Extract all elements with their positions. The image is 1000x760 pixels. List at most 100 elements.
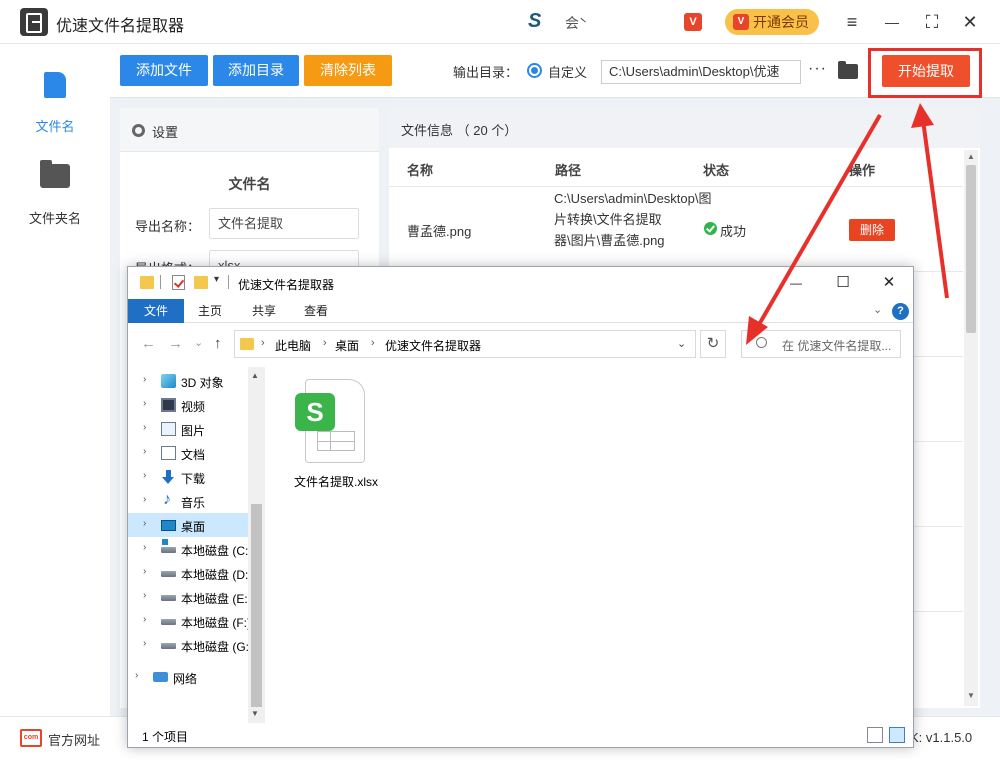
tree-item-downloads[interactable]: › 下载 (128, 465, 248, 489)
chevron-right-icon[interactable]: › (143, 638, 146, 649)
help-icon[interactable]: ? (892, 303, 909, 320)
explorer-minimize-button[interactable]: — (776, 271, 816, 295)
tree-item-video[interactable]: › 视频 (128, 393, 248, 417)
tree-item-label: 本地磁盘 (E: (181, 592, 248, 606)
tree-item-label: 3D 对象 (181, 376, 224, 390)
delete-button[interactable]: 删除 (849, 219, 895, 241)
xlsx-file-name[interactable]: 文件名提取.xlsx (288, 473, 384, 490)
chevron-right-icon[interactable]: › (143, 590, 146, 601)
file-list-scroll-thumb[interactable] (966, 165, 976, 333)
refresh-icon[interactable]: ↻ (700, 330, 726, 358)
address-dropdown-icon[interactable]: ⌄ (677, 337, 686, 350)
large-icons-view-icon[interactable] (889, 727, 905, 743)
breadcrumb-separator[interactable]: › (261, 337, 265, 349)
recent-dropdown-icon[interactable]: ⌄ (194, 336, 203, 349)
tree-item-label: 网络 (173, 672, 198, 686)
tab-share[interactable]: 共享 (242, 299, 286, 323)
tree-item-music[interactable]: › 音乐 (128, 489, 248, 513)
explorer-status-bar: 1 个项目 (128, 723, 913, 747)
tree-scroll-up-icon[interactable]: ▲ (251, 371, 259, 380)
chevron-right-icon[interactable]: › (143, 422, 146, 433)
separator (160, 275, 161, 289)
scroll-down-icon[interactable]: ▼ (964, 691, 978, 700)
maximize-button[interactable]: ⛶ (920, 10, 944, 34)
vip-icon: V (733, 14, 749, 30)
chevron-right-icon[interactable]: › (143, 614, 146, 625)
separator (228, 275, 229, 289)
tree-item-label: 下载 (181, 472, 206, 486)
download-icon (161, 470, 176, 484)
tree-item-pictures[interactable]: › 图片 (128, 417, 248, 441)
tab-home[interactable]: 主页 (188, 299, 232, 323)
tree-item-3d[interactable]: › 3D 对象 (128, 369, 248, 393)
tree-item-network[interactable]: › 网络 (128, 665, 248, 689)
custom-radio[interactable] (527, 63, 542, 78)
more-icon[interactable]: ··· (808, 60, 827, 78)
browse-folder-icon[interactable] (838, 61, 858, 79)
file-info-header: 文件信息 （ 20 个） (389, 108, 980, 148)
chevron-right-icon[interactable]: › (143, 494, 146, 505)
minimize-button[interactable]: — (880, 10, 904, 34)
chevron-right-icon[interactable]: › (143, 470, 146, 481)
expand-ribbon-icon[interactable]: ⌄ (873, 303, 882, 316)
export-name-input[interactable]: 文件名提取 (209, 208, 359, 239)
search-input[interactable]: 在 优速文件名提取... (741, 330, 901, 358)
navigation-scroll-thumb[interactable] (251, 504, 262, 707)
chevron-right-icon[interactable]: › (143, 398, 146, 409)
desktop-icon (161, 520, 176, 531)
explorer-close-button[interactable]: ✕ (869, 271, 909, 295)
folder-icon (240, 338, 254, 350)
tree-item-disk-e[interactable]: › 本地磁盘 (E: (128, 585, 248, 609)
column-header-name: 名称 (407, 163, 434, 178)
network-icon (153, 672, 168, 682)
tree-item-desktop[interactable]: › 桌面 (128, 513, 248, 537)
settings-title: 设置 (152, 125, 179, 140)
add-directory-button[interactable]: 添加目录 (213, 55, 299, 86)
custom-radio-label[interactable]: 自定义 (548, 62, 587, 81)
chevron-right-icon[interactable]: › (143, 518, 146, 529)
item-count: 1 个项目 (142, 730, 189, 744)
clear-list-button[interactable]: 清除列表 (304, 55, 392, 86)
breadcrumb-desktop[interactable]: 桌面 (335, 337, 359, 354)
up-icon[interactable]: ↑ (214, 335, 222, 352)
chevron-right-icon[interactable]: › (143, 374, 146, 385)
chevron-right-icon[interactable]: › (143, 446, 146, 457)
properties-icon[interactable] (172, 275, 185, 290)
sidebar-item-label: 文件名 (35, 119, 75, 134)
back-icon[interactable]: ← (141, 335, 156, 352)
tree-scroll-down-icon[interactable]: ▼ (251, 709, 259, 718)
tree-item-label: 本地磁盘 (G: (181, 640, 249, 654)
new-folder-icon[interactable] (194, 276, 208, 289)
xlsx-file-item[interactable]: S (295, 379, 369, 463)
sidebar-item-label: 文件夹名 (28, 211, 81, 226)
tree-item-documents[interactable]: › 文档 (128, 441, 248, 465)
tab-view[interactable]: 查看 (294, 299, 338, 323)
tab-file[interactable]: 文件 (128, 299, 184, 323)
tree-item-label: 本地磁盘 (D: (181, 568, 249, 582)
menu-icon[interactable]: ≡ (840, 10, 864, 34)
tree-item-disk-d[interactable]: › 本地磁盘 (D: (128, 561, 248, 585)
vip-small-icon[interactable]: V (684, 13, 702, 31)
details-view-icon[interactable] (867, 727, 883, 743)
tree-item-disk-g[interactable]: › 本地磁盘 (G: (128, 633, 249, 657)
music-icon (161, 491, 176, 509)
tree-item-disk-f[interactable]: › 本地磁盘 (F:) (128, 609, 251, 633)
breadcrumb-this-pc[interactable]: 此电脑 (275, 337, 311, 354)
add-file-button[interactable]: 添加文件 (120, 55, 208, 86)
scroll-up-icon[interactable]: ▲ (964, 152, 978, 161)
chevron-right-icon[interactable]: › (143, 566, 146, 577)
explorer-maximize-button[interactable]: ☐ (823, 271, 863, 295)
official-website-link[interactable]: 官方网址 (48, 730, 100, 749)
breadcrumb-folder[interactable]: 优速文件名提取器 (385, 337, 481, 354)
output-path-input[interactable]: C:\Users\admin\Desktop\优速 (601, 60, 801, 84)
address-bar[interactable]: › 此电脑 › 桌面 › 优速文件名提取器 ⌄ (234, 330, 696, 358)
breadcrumb-separator[interactable]: › (323, 337, 327, 349)
chevron-right-icon[interactable]: › (143, 542, 146, 553)
forward-icon[interactable]: → (168, 335, 183, 352)
close-button[interactable]: ✕ (958, 10, 982, 34)
chevron-right-icon[interactable]: › (135, 670, 138, 681)
tree-item-disk-c[interactable]: › 本地磁盘 (C: (128, 537, 248, 561)
vip-button[interactable]: V 开通会员 (725, 9, 819, 35)
breadcrumb-separator[interactable]: › (371, 337, 375, 349)
customize-toolbar-icon[interactable]: ▾ (214, 274, 219, 285)
